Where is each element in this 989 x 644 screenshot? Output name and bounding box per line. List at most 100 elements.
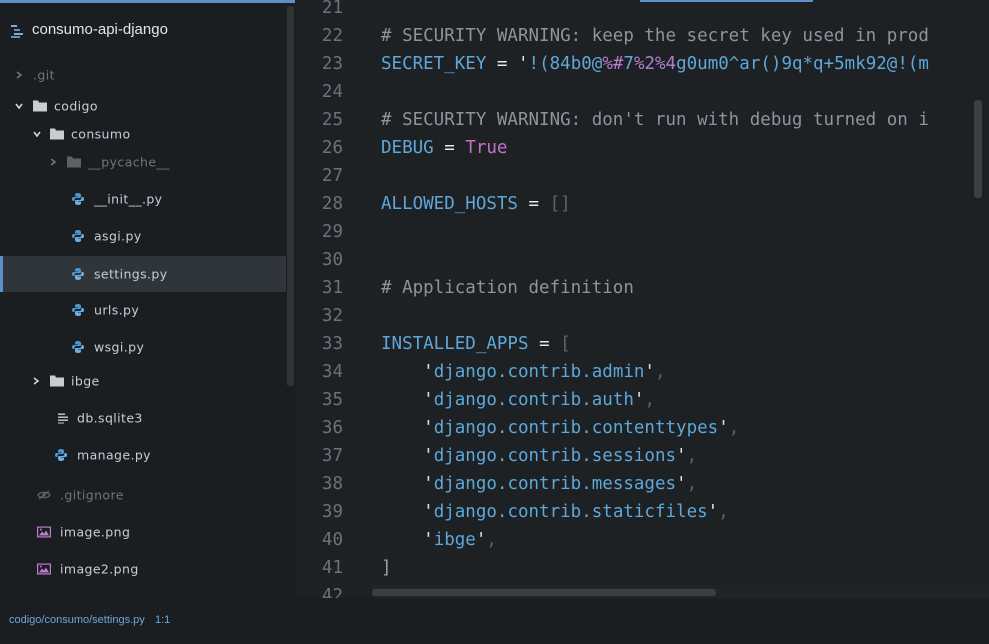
horizontal-scrollbar[interactable] (372, 589, 716, 596)
line-number: 40 (321, 530, 343, 550)
line-code: 'django.contrib.staticfiles', (423, 502, 729, 522)
tree-item-label: __pycache__ (88, 154, 170, 170)
line-number: 22 (321, 26, 343, 46)
tree-item-label: manage.py (77, 447, 151, 463)
tree-item-label: asgi.py (94, 228, 142, 244)
file-tree-sidebar: consumo-api-django .git codigo consumo _… (0, 0, 296, 598)
line-number: 29 (321, 222, 343, 242)
code-line[interactable]: 29 (298, 218, 989, 246)
tree-item-wsgi-py[interactable]: wsgi.py (0, 329, 286, 365)
code-line[interactable]: 30 (298, 246, 989, 274)
tree-item-label: ibge (71, 373, 100, 389)
eye-slash-icon (37, 490, 51, 500)
line-number: 25 (321, 110, 343, 130)
code-line[interactable]: 38 'django.contrib.messages', (298, 470, 989, 498)
tree-item-label: urls.py (94, 302, 140, 318)
tree-item-settings-py[interactable]: settings.py (0, 256, 286, 292)
line-number: 39 (321, 502, 343, 522)
text-file-icon (58, 413, 69, 424)
line-code: DEBUG = True (381, 138, 508, 158)
code-line[interactable]: 35 'django.contrib.auth', (298, 386, 989, 414)
line-number: 36 (321, 418, 343, 438)
code-line[interactable]: 31 # Application definition (298, 274, 989, 302)
code-line[interactable]: 21 (298, 0, 989, 22)
code-line[interactable]: 26 DEBUG = True (298, 134, 989, 162)
line-number: 35 (321, 390, 343, 410)
tree-item-label: wsgi.py (94, 339, 145, 355)
line-number: 41 (321, 558, 343, 578)
project-tree-icon (11, 23, 25, 38)
tree-item-label: image2.png (60, 561, 139, 577)
code-line[interactable]: 27 (298, 162, 989, 190)
line-number: 28 (321, 194, 343, 214)
code-line[interactable]: 22 # SECURITY WARNING: keep the secret ke… (298, 22, 989, 50)
tree-item-db-sqlite3[interactable]: db.sqlite3 (0, 400, 286, 436)
chevron-right-icon (49, 158, 57, 166)
line-code: 'django.contrib.sessions', (423, 446, 698, 466)
code-line[interactable]: 39 'django.contrib.staticfiles', (298, 498, 989, 526)
chevron-down-icon (15, 102, 23, 110)
line-number: 27 (321, 166, 343, 186)
python-icon (72, 304, 84, 316)
image-file-icon (37, 526, 51, 538)
line-code: 'django.contrib.auth', (423, 390, 655, 410)
tree-item-ibge[interactable]: ibge (0, 363, 286, 399)
line-number: 37 (321, 446, 343, 466)
code-line[interactable]: 28 ALLOWED_HOSTS = [] (298, 190, 989, 218)
tree-item-label: db.sqlite3 (77, 410, 143, 426)
tree-item-label: .gitignore (60, 487, 124, 503)
tree-item-pycache[interactable]: __pycache__ (0, 144, 286, 180)
line-number: 30 (321, 250, 343, 270)
status-bar: codigo/consumo/settings.py 1:1 (0, 598, 989, 644)
chevron-right-icon (15, 71, 23, 79)
tree-item-manage-py[interactable]: manage.py (0, 437, 286, 473)
tree-item-asgi-py[interactable]: asgi.py (0, 218, 286, 254)
code-line[interactable]: 37 'django.contrib.sessions', (298, 442, 989, 470)
tree-item-image-png[interactable]: image.png (0, 514, 286, 550)
line-code: # Application definition (381, 278, 634, 298)
code-line[interactable]: 40 'ibge', (298, 526, 989, 554)
status-file-path[interactable]: codigo/consumo/settings.py (9, 614, 145, 626)
project-root[interactable]: consumo-api-django (0, 14, 286, 44)
python-icon (72, 230, 84, 242)
tree-item-label: consumo (71, 126, 131, 142)
code-line[interactable]: 41] (298, 554, 989, 582)
code-editor[interactable]: 21 22 # SECURITY WARNING: keep the secret … (298, 0, 989, 598)
tree-item-label: .git (33, 67, 55, 83)
code-line[interactable]: 36 'django.contrib.contenttypes', (298, 414, 989, 442)
chevron-right-icon (32, 377, 40, 385)
tree-item-urls-py[interactable]: urls.py (0, 292, 286, 328)
tree-item-init-py[interactable]: __init__.py (0, 181, 286, 217)
folder-icon (67, 156, 81, 168)
tree-item-label: settings.py (94, 266, 168, 282)
line-number: 34 (321, 362, 343, 382)
line-code: 'django.contrib.contenttypes', (423, 418, 740, 438)
line-number: 23 (321, 54, 343, 74)
line-code: 'django.contrib.admin', (423, 362, 666, 382)
project-name: consumo-api-django (32, 21, 168, 38)
line-code: INSTALLED_APPS = [ (381, 334, 571, 354)
python-icon (55, 449, 67, 461)
image-file-icon (37, 563, 51, 575)
chevron-down-icon (33, 130, 41, 138)
tree-item-label: codigo (54, 98, 98, 114)
code-line[interactable]: 24 (298, 78, 989, 106)
line-number: 32 (321, 306, 343, 326)
python-icon (72, 341, 84, 353)
status-cursor-position[interactable]: 1:1 (155, 614, 170, 626)
vertical-scrollbar[interactable] (974, 100, 982, 198)
tree-item-image2-png[interactable]: image2.png (0, 551, 286, 587)
tree-item-gitignore[interactable]: .gitignore (0, 477, 286, 513)
sidebar-scrollbar[interactable] (287, 6, 294, 386)
line-number: 21 (321, 0, 343, 18)
line-code: # SECURITY WARNING: keep the secret key … (381, 26, 929, 46)
code-line[interactable]: 25 # SECURITY WARNING: don't run with deb… (298, 106, 989, 134)
folder-icon (33, 100, 47, 112)
code-line[interactable]: 33 INSTALLED_APPS = [ (298, 330, 989, 358)
code-line[interactable]: 34 'django.contrib.admin', (298, 358, 989, 386)
folder-icon (50, 128, 64, 140)
line-number: 42 (321, 586, 343, 598)
line-code: # SECURITY WARNING: don't run with debug… (381, 110, 929, 130)
code-line[interactable]: 32 (298, 302, 989, 330)
code-line[interactable]: 23 SECRET_KEY = '!(84b0@%#7%2%4g0um0^ar()… (298, 50, 989, 78)
